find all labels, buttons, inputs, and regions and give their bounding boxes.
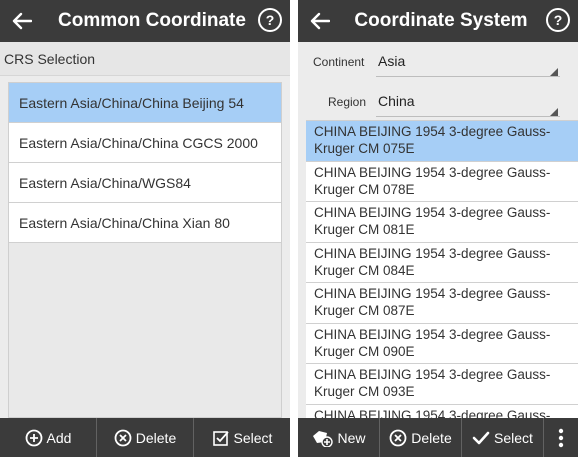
help-icon[interactable]: ? <box>258 8 282 32</box>
header-bar: Common Coordinate ? <box>0 0 290 42</box>
crs-selection-label: CRS Selection <box>0 42 290 76</box>
delete-circle-icon <box>389 429 407 446</box>
delete-button[interactable]: Delete <box>97 418 194 457</box>
crs-list: Eastern Asia/China/China Beijing 54 East… <box>8 82 282 418</box>
header-bar: Coordinate System ? <box>298 0 578 42</box>
list-item[interactable]: Eastern Asia/China/WGS84 <box>9 163 281 203</box>
select-check-icon <box>212 430 229 446</box>
list-item[interactable]: Eastern Asia/China/China Xian 80 <box>9 203 281 243</box>
select-button[interactable]: Select <box>462 418 544 457</box>
region-field[interactable]: Region China <box>298 82 578 122</box>
list-item[interactable]: CHINA BEIJING 1954 3-degree Gauss-Kruger… <box>306 121 578 162</box>
delete-circle-icon <box>114 429 132 446</box>
add-button[interactable]: Add <box>0 418 97 457</box>
back-arrow-icon[interactable] <box>8 8 36 34</box>
list-item[interactable]: CHINA BEIJING 1954 3-degree Gauss-Kruger… <box>306 364 578 405</box>
coordinate-system-list: CHINA BEIJING 1954 3-degree Gauss-Kruger… <box>306 120 578 418</box>
list-item[interactable]: CHINA BEIJING 1954 3-degree Gauss-Kruger… <box>306 202 578 243</box>
new-button[interactable]: New <box>298 418 380 457</box>
page-title: Coordinate System <box>354 10 528 31</box>
add-circle-icon <box>25 429 42 446</box>
new-icon <box>313 430 334 447</box>
list-item[interactable]: CHINA BEIJING 1954 3-degree Gauss-Kruger… <box>306 162 578 202</box>
help-icon[interactable]: ? <box>546 8 570 32</box>
region-label: Region <box>328 95 367 109</box>
delete-label: Delete <box>135 429 177 446</box>
select-button[interactable]: Select <box>194 418 290 457</box>
region-select[interactable]: China <box>378 93 415 109</box>
list-item[interactable]: CHINA BEIJING 1954 3-degree Gauss-Kruger… <box>306 243 578 283</box>
select-label: Select <box>233 429 273 446</box>
list-item[interactable]: Eastern Asia/China/China Beijing 54 <box>9 83 281 123</box>
delete-button[interactable]: Delete <box>380 418 462 457</box>
list-item[interactable]: CHINA BEIJING 1954 3-degree Gauss-Kruger… <box>306 283 578 324</box>
bottom-toolbar: New Delete Select <box>298 418 578 457</box>
continent-label: Continent <box>313 55 365 69</box>
page-title: Common Coordinate <box>58 10 246 31</box>
dropdown-arrow-icon <box>550 68 558 76</box>
coordinate-system-panel: Coordinate System ? Continent Asia Regio… <box>298 0 578 457</box>
select-label: Select <box>494 429 533 446</box>
add-label: Add <box>46 429 72 446</box>
list-item[interactable]: Eastern Asia/China/China CGCS 2000 <box>9 123 281 163</box>
check-icon <box>472 431 490 444</box>
more-menu-button[interactable] <box>544 418 578 457</box>
list-item[interactable]: CHINA BEIJING 1954 3-degree Gauss-Kruger… <box>306 324 578 364</box>
continent-select[interactable]: Asia <box>378 53 405 69</box>
back-arrow-icon[interactable] <box>306 8 334 34</box>
continent-field[interactable]: Continent Asia <box>298 42 578 82</box>
delete-label: Delete <box>411 429 452 446</box>
list-item[interactable]: CHINA BEIJING 1954 3-degree Gauss- <box>306 405 578 419</box>
bottom-toolbar: Add Delete Select <box>0 418 290 457</box>
dropdown-arrow-icon <box>550 108 558 116</box>
common-coordinate-panel: Common Coordinate ? CRS Selection Easter… <box>0 0 290 457</box>
new-label: New <box>337 429 366 446</box>
more-vert-icon <box>558 428 564 447</box>
